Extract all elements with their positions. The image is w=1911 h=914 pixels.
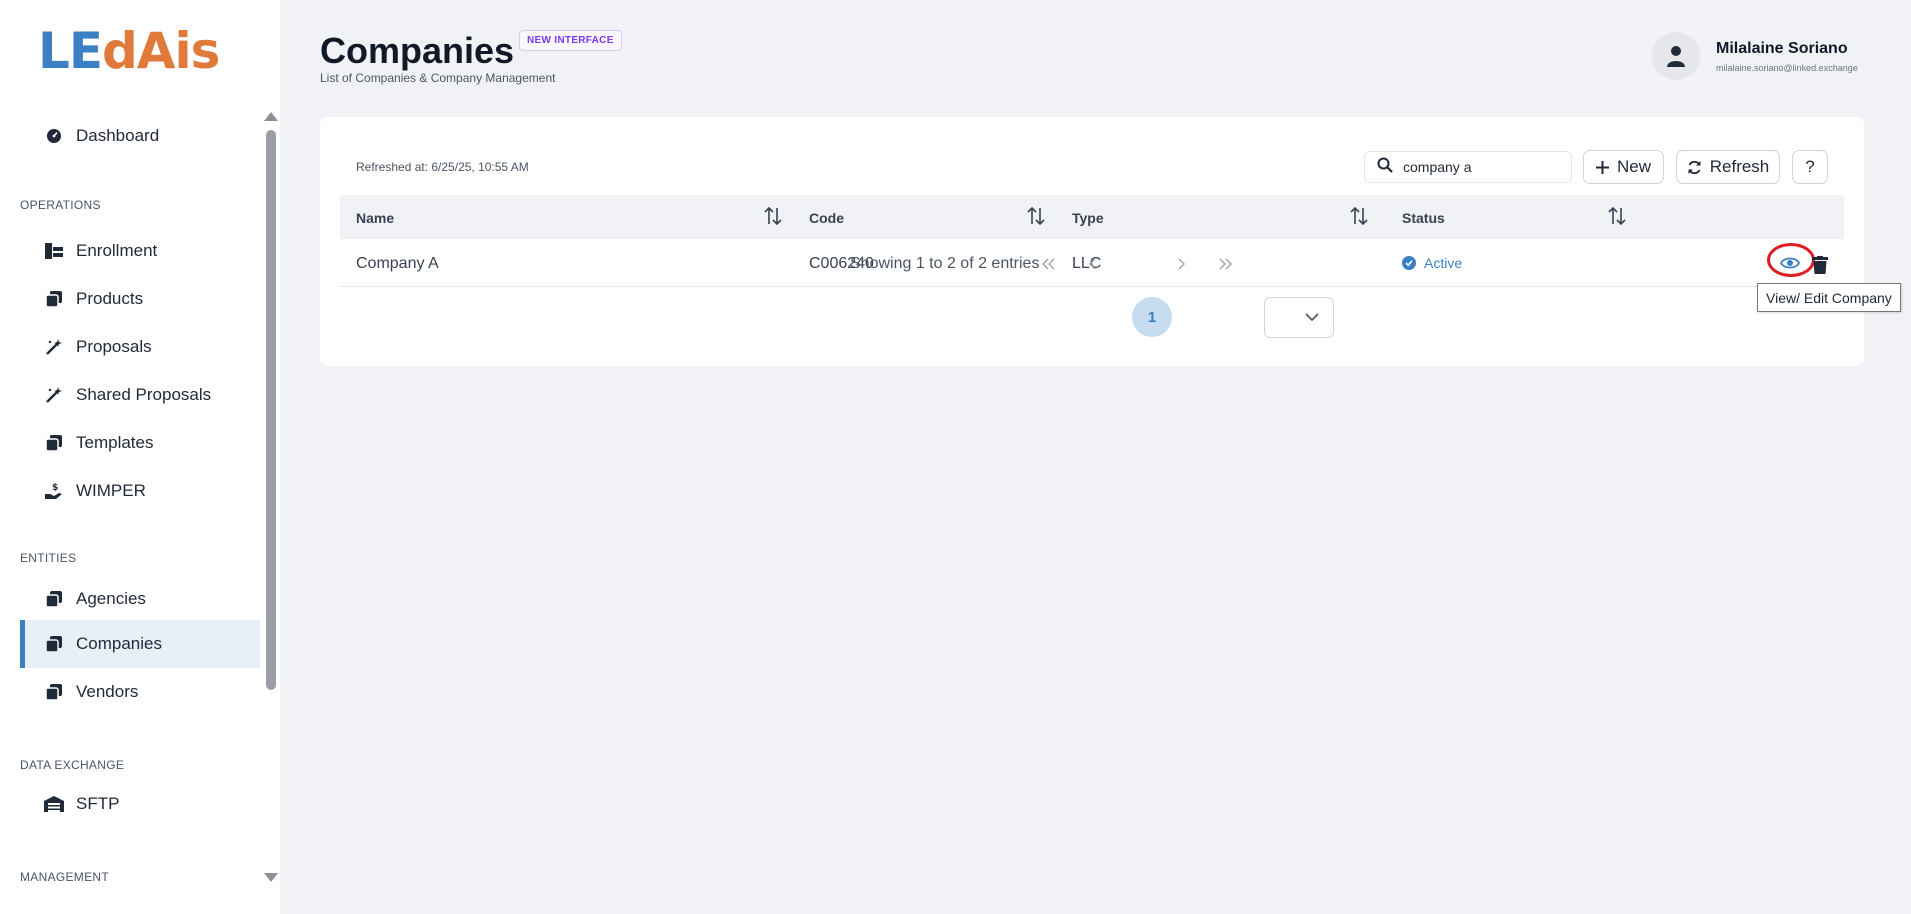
- scroll-up-arrow[interactable]: [264, 112, 278, 121]
- app-logo[interactable]: LEdAis: [38, 22, 220, 80]
- new-button[interactable]: New: [1583, 150, 1664, 184]
- sidebar-item-label: WIMPER: [76, 481, 146, 500]
- svg-text:$: $: [52, 483, 58, 493]
- magic-wand-icon: [44, 337, 64, 357]
- search-box[interactable]: [1364, 151, 1572, 183]
- warehouse-icon: [44, 794, 64, 814]
- trash-icon[interactable]: [1812, 256, 1828, 274]
- tooltip: View/ Edit Company: [1757, 283, 1901, 312]
- scroll-down-arrow[interactable]: [264, 873, 278, 882]
- eye-icon[interactable]: [1780, 253, 1800, 273]
- check-circle-icon: [1402, 256, 1416, 270]
- page-title: Companies: [320, 30, 515, 71]
- sidebar-item-label: Vendors: [76, 682, 139, 701]
- copy-icon: [44, 289, 64, 309]
- sidebar-item-enrollment[interactable]: Enrollment: [20, 227, 260, 275]
- table-header: Name Code Type Status: [340, 195, 1844, 239]
- sidebar: LEdAis Dashboard OPERATIONS Enrollment P…: [0, 0, 280, 914]
- page-subtitle: List of Companies & Company Management: [320, 71, 556, 85]
- column-header-name[interactable]: Name: [356, 210, 394, 226]
- column-header-code[interactable]: Code: [809, 210, 844, 226]
- sidebar-item-label: Enrollment: [76, 241, 158, 260]
- first-page-icon[interactable]: [1033, 248, 1065, 280]
- new-interface-badge: NEW INTERFACE: [519, 30, 622, 51]
- logo-part-dais: dAis: [102, 22, 220, 80]
- search-input[interactable]: [1403, 159, 1553, 175]
- user-icon: [1667, 46, 1685, 67]
- sidebar-item-products[interactable]: Products: [20, 275, 260, 323]
- sidebar-item-label: Dashboard: [76, 126, 160, 145]
- sidebar-item-agencies[interactable]: Agencies: [20, 575, 260, 623]
- user-name[interactable]: Milalaine Soriano: [1716, 40, 1848, 58]
- gauge-icon: [44, 126, 64, 146]
- cell-name: Company A: [356, 255, 439, 272]
- sort-icon[interactable]: [1027, 206, 1045, 226]
- avatar[interactable]: [1652, 32, 1700, 80]
- sidebar-item-sftp[interactable]: SFTP: [20, 780, 260, 828]
- sidebar-item-shared-proposals[interactable]: Shared Proposals: [20, 371, 260, 419]
- chevron-down-icon: [1305, 313, 1319, 322]
- status-label: Active: [1424, 255, 1463, 271]
- copy-icon: [44, 682, 64, 702]
- section-entities: ENTITIES: [20, 551, 77, 565]
- copy-icon: [44, 433, 64, 453]
- status-badge: Active: [1402, 255, 1462, 271]
- prev-page-icon[interactable]: [1077, 248, 1109, 280]
- search-icon: [1377, 157, 1393, 178]
- id-card-icon: [44, 241, 64, 261]
- sidebar-item-label: SFTP: [76, 794, 120, 813]
- sort-icon[interactable]: [1608, 206, 1626, 226]
- sidebar-item-label: Products: [76, 289, 144, 308]
- new-button-label: New: [1616, 157, 1651, 176]
- companies-card: Refreshed at: 6/25/25, 10:55 AM New Refr…: [320, 117, 1864, 366]
- plus-icon: [1595, 160, 1609, 174]
- sidebar-item-label: Templates: [76, 433, 154, 452]
- sort-icon[interactable]: [1350, 206, 1368, 226]
- last-page-icon[interactable]: [1209, 248, 1241, 280]
- help-button[interactable]: ?: [1792, 150, 1828, 184]
- column-header-status[interactable]: Status: [1402, 210, 1445, 226]
- sidebar-item-label: Shared Proposals: [76, 385, 212, 404]
- sidebar-item-label: Agencies: [76, 589, 146, 608]
- section-management: MANAGEMENT: [20, 870, 110, 884]
- magic-wand-icon: [44, 385, 64, 405]
- section-operations: OPERATIONS: [20, 198, 101, 212]
- logo-part-le: LE: [38, 22, 103, 80]
- pagination-summary: Showing 1 to 2 of 2 entries: [850, 255, 1040, 272]
- next-page-icon[interactable]: [1165, 248, 1197, 280]
- sidebar-item-proposals[interactable]: Proposals: [20, 323, 260, 371]
- rows-per-page-select[interactable]: [1264, 297, 1334, 338]
- column-header-type[interactable]: Type: [1072, 210, 1104, 226]
- sort-icon[interactable]: [764, 206, 782, 226]
- sidebar-item-templates[interactable]: Templates: [20, 419, 260, 467]
- sidebar-nav: Dashboard OPERATIONS Enrollment Products…: [0, 110, 262, 914]
- refresh-button-label: Refresh: [1709, 157, 1770, 176]
- sidebar-item-vendors[interactable]: Vendors: [20, 668, 260, 716]
- refresh-icon: [1687, 160, 1702, 175]
- sidebar-item-wimper[interactable]: $ WIMPER: [20, 467, 260, 515]
- copy-icon: [44, 589, 64, 609]
- sidebar-item-label: Proposals: [76, 337, 152, 356]
- copy-icon: [44, 634, 64, 654]
- page-button-current[interactable]: 1: [1132, 297, 1172, 337]
- sidebar-item-label: Companies: [76, 634, 162, 653]
- hand-holding-dollar-icon: $: [44, 481, 64, 501]
- sidebar-item-companies[interactable]: Companies: [20, 620, 260, 668]
- refresh-button[interactable]: Refresh: [1676, 150, 1780, 184]
- user-email: milalaine.soriano@linked.exchange: [1716, 63, 1858, 73]
- sidebar-scrollbar-thumb[interactable]: [266, 130, 276, 690]
- sidebar-item-dashboard[interactable]: Dashboard: [20, 112, 260, 160]
- section-data-exchange: DATA EXCHANGE: [20, 758, 125, 772]
- refreshed-timestamp: Refreshed at: 6/25/25, 10:55 AM: [356, 160, 529, 174]
